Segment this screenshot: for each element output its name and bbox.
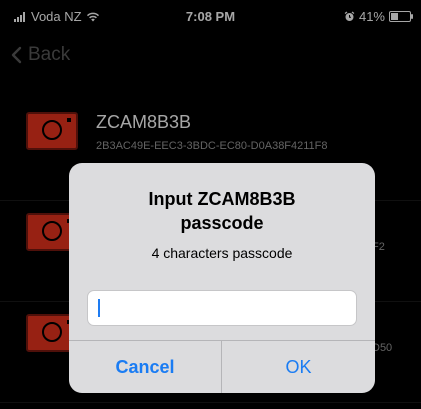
text-caret bbox=[98, 299, 100, 317]
cancel-button[interactable]: Cancel bbox=[69, 341, 221, 393]
alert-title: Input ZCAM8B3B passcode bbox=[69, 187, 375, 235]
app-screen: Voda NZ 7:08 PM 41% Back ZCAM8B3B 2B3AC4… bbox=[0, 0, 421, 409]
alert-message: 4 characters passcode bbox=[151, 245, 293, 261]
alert-title-line: Input ZCAM8B3B bbox=[148, 189, 296, 209]
alert-title-line: passcode bbox=[180, 213, 264, 233]
passcode-input[interactable] bbox=[87, 290, 357, 326]
ok-button[interactable]: OK bbox=[222, 341, 375, 393]
passcode-alert: Input ZCAM8B3B passcode 4 characters pas… bbox=[69, 163, 375, 393]
